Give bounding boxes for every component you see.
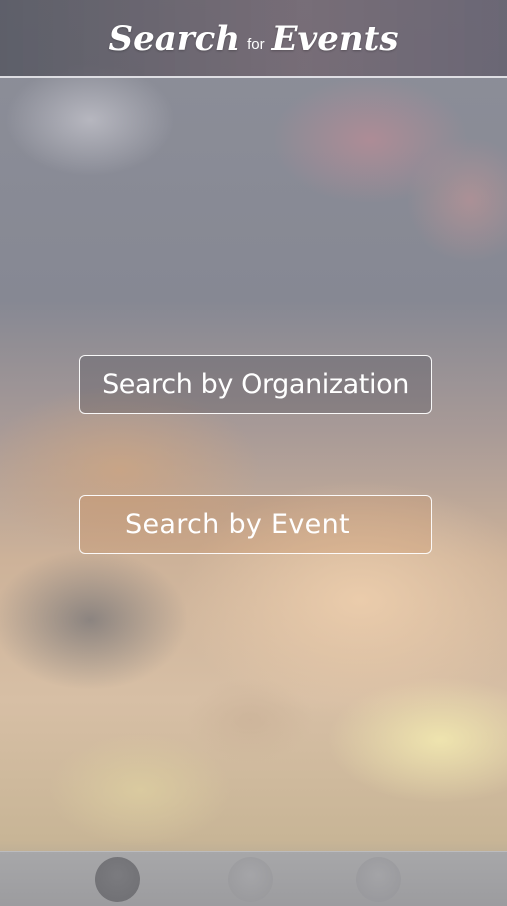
title-search-word: Search (108, 19, 241, 59)
page-dot-2[interactable] (228, 857, 273, 902)
bottom-page-indicator-bar (0, 851, 507, 906)
header-bar: Search for Events (0, 0, 507, 78)
title-events-word: Events (271, 19, 399, 59)
page-dot-3[interactable] (356, 857, 401, 902)
page-dot-1-active[interactable] (95, 857, 140, 902)
blurred-background-image (0, 0, 507, 905)
page-title: Search for Events (0, 4, 507, 74)
title-for-word: for (247, 35, 265, 53)
search-by-event-button[interactable]: Search by Event (79, 495, 432, 554)
search-by-organization-button[interactable]: Search by Organization (79, 355, 432, 414)
